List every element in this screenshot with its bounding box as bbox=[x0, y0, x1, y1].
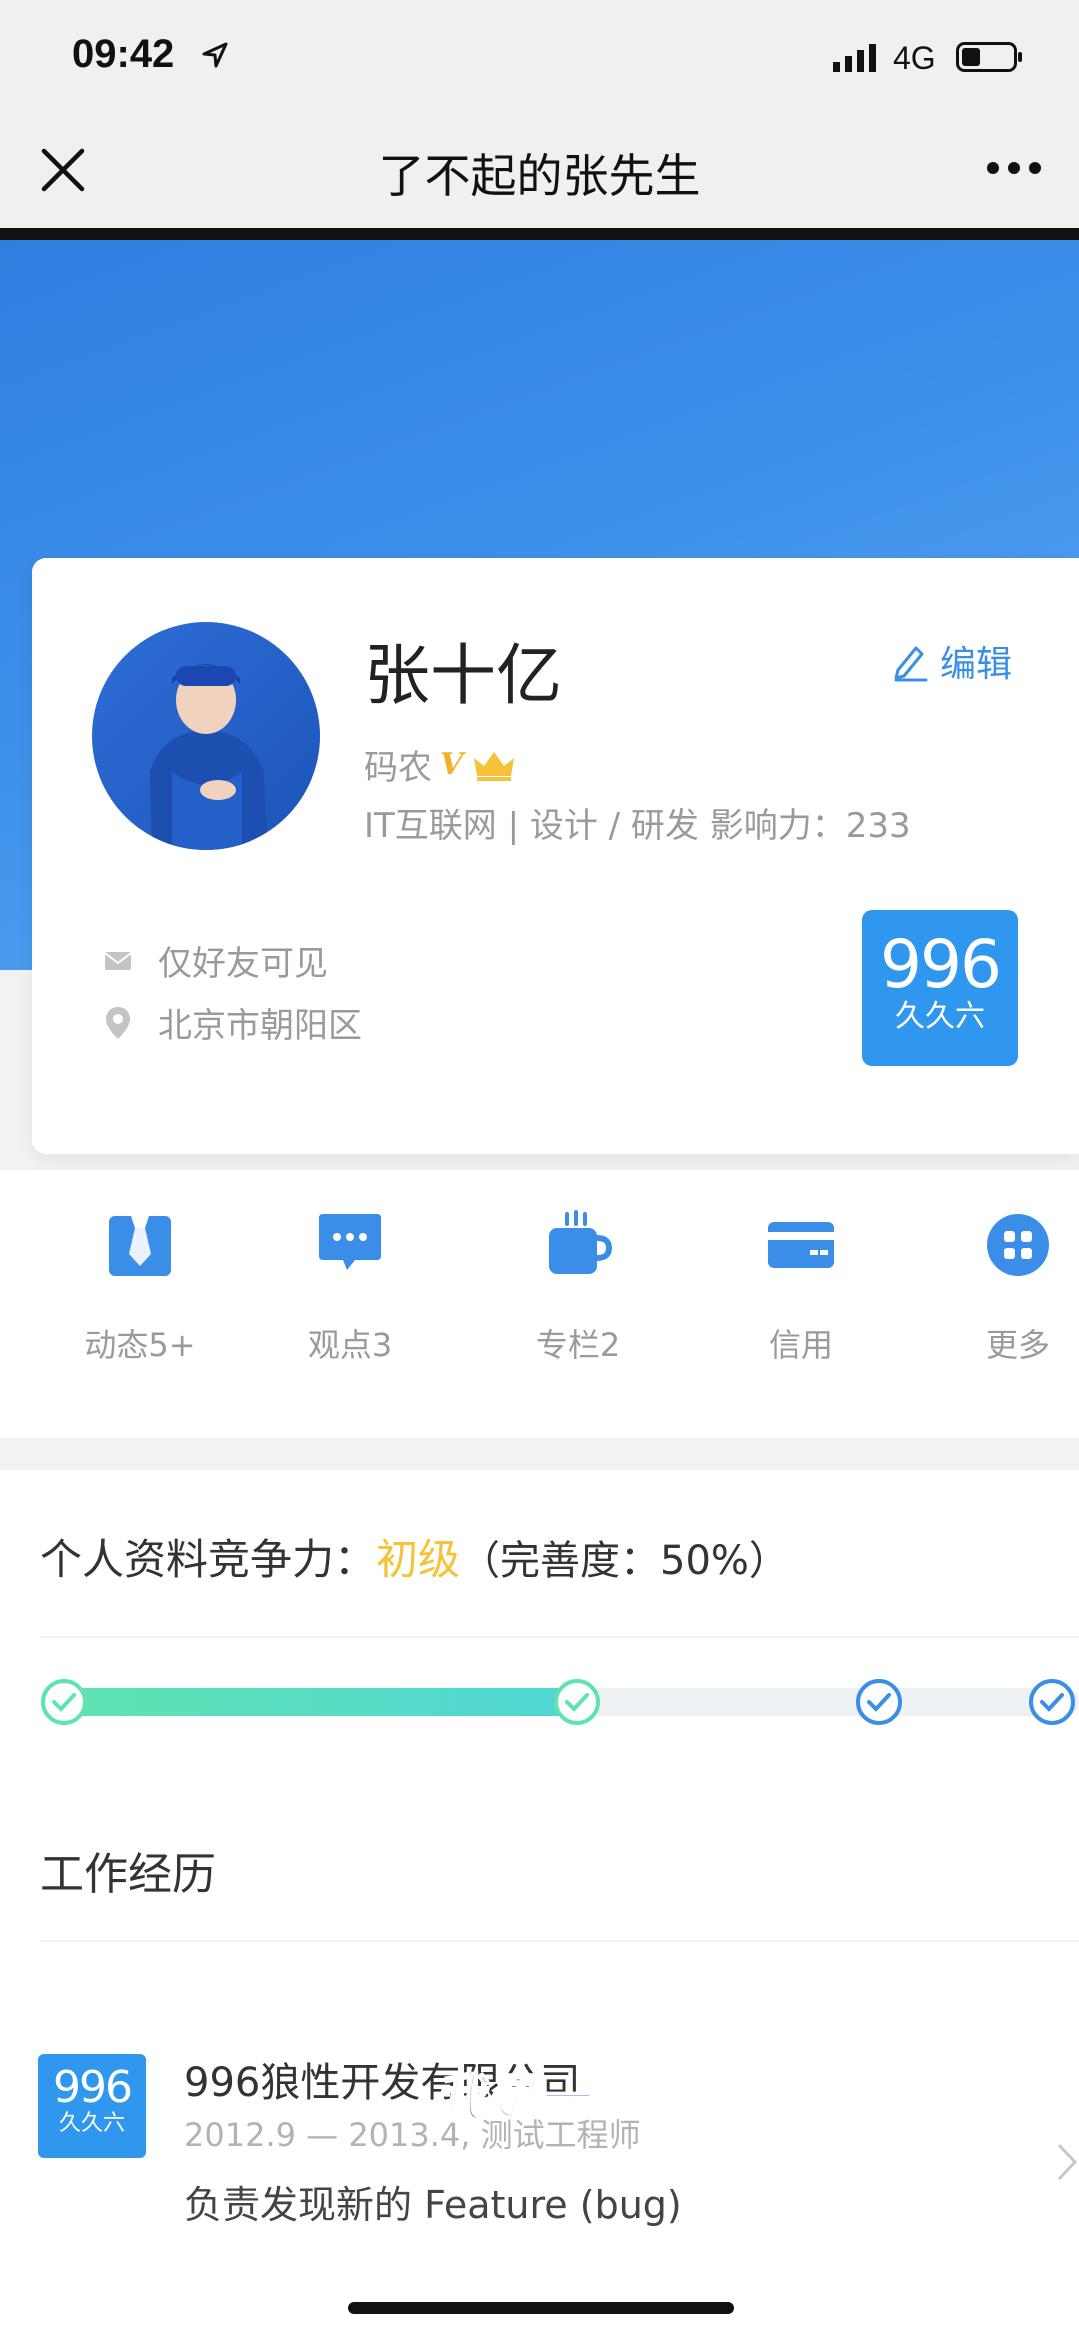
privacy-label: 仅好友可见 bbox=[158, 944, 328, 984]
vip-mark: V bbox=[440, 747, 464, 782]
more-grid-icon bbox=[987, 1214, 1049, 1276]
video-caption-overlay: 我是一零 bbox=[433, 2068, 642, 2128]
network-type: 4G bbox=[893, 40, 936, 76]
edit-button[interactable]: 编辑 bbox=[888, 636, 1012, 686]
chat-bubble-icon bbox=[319, 1214, 381, 1270]
step-check-icon bbox=[41, 1679, 87, 1725]
action-opinions[interactable]: 观点3 bbox=[260, 1210, 440, 1366]
action-more[interactable]: 更多 bbox=[928, 1210, 1079, 1366]
action-label-credit: 信用 bbox=[768, 1326, 833, 1364]
competitiveness-level: 初级 bbox=[376, 1535, 461, 1584]
work-experience-title: 工作经历 bbox=[40, 1849, 216, 1900]
work-duty: 负责发现新的 Feature (bug) bbox=[184, 2183, 682, 2227]
privacy-row: 仅好友可见 bbox=[104, 936, 328, 985]
logo-subtitle: 久久六 bbox=[895, 999, 985, 1034]
role-row: 码农 V bbox=[364, 740, 517, 789]
crown-icon bbox=[474, 751, 515, 781]
action-label-opinions: 观点3 bbox=[307, 1326, 393, 1364]
more-options-icon[interactable] bbox=[985, 160, 1043, 176]
logo-number: 996 bbox=[880, 926, 1002, 1003]
page-title: 了不起的张先生 bbox=[378, 149, 701, 203]
divider bbox=[40, 1940, 1079, 1942]
work-logo-number: 996 bbox=[53, 2062, 133, 2113]
completeness-progress-fill bbox=[64, 1688, 572, 1716]
work-company-logo: 996 久久六 bbox=[38, 2054, 146, 2158]
pencil-icon bbox=[894, 646, 928, 682]
location-pin-icon bbox=[106, 1006, 130, 1039]
competitiveness-title: 个人资料竞争力：初级（完善度：50%） bbox=[40, 1526, 789, 1587]
step-check-icon bbox=[1029, 1679, 1075, 1725]
profile-name: 张十亿 bbox=[364, 637, 562, 714]
action-columns[interactable]: 专栏2 bbox=[488, 1210, 668, 1366]
edit-label: 编辑 bbox=[940, 644, 1013, 685]
divider bbox=[40, 1636, 1079, 1638]
action-credit[interactable]: 信用 bbox=[711, 1210, 891, 1366]
battery-icon bbox=[956, 42, 1022, 72]
role-label: 码农 bbox=[364, 748, 432, 788]
step-check-icon bbox=[554, 1679, 600, 1725]
profile-info: IT互联网 | 设计 / 研发 影响力：233 bbox=[364, 806, 911, 846]
competitiveness-label: 个人资料竞争力： bbox=[40, 1535, 377, 1584]
mug-icon bbox=[549, 1210, 613, 1274]
action-label-feed: 动态5+ bbox=[84, 1326, 196, 1364]
location-row: 北京市朝阳区 bbox=[104, 998, 362, 1047]
step-check-icon bbox=[856, 1679, 902, 1725]
credit-card-icon bbox=[768, 1222, 834, 1268]
nav-divider bbox=[0, 228, 1079, 240]
tie-icon bbox=[109, 1216, 171, 1276]
company-logo-badge[interactable]: 996 久久六 bbox=[862, 910, 1018, 1066]
chevron-right-icon[interactable] bbox=[1056, 2142, 1078, 2182]
mail-icon bbox=[104, 951, 132, 970]
completeness-text: （完善度：50%） bbox=[460, 1538, 789, 1584]
home-indicator[interactable] bbox=[348, 2302, 734, 2314]
location-label: 北京市朝阳区 bbox=[158, 1006, 362, 1046]
status-time: 09:42 bbox=[72, 32, 175, 76]
location-arrow-icon bbox=[202, 42, 228, 68]
signal-icon bbox=[833, 44, 876, 72]
action-label-more: 更多 bbox=[985, 1326, 1050, 1364]
avatar[interactable] bbox=[92, 622, 320, 850]
action-label-columns: 专栏2 bbox=[535, 1326, 621, 1364]
action-feed[interactable]: 动态5+ bbox=[50, 1210, 230, 1366]
work-logo-subtitle: 久久六 bbox=[58, 2111, 125, 2136]
